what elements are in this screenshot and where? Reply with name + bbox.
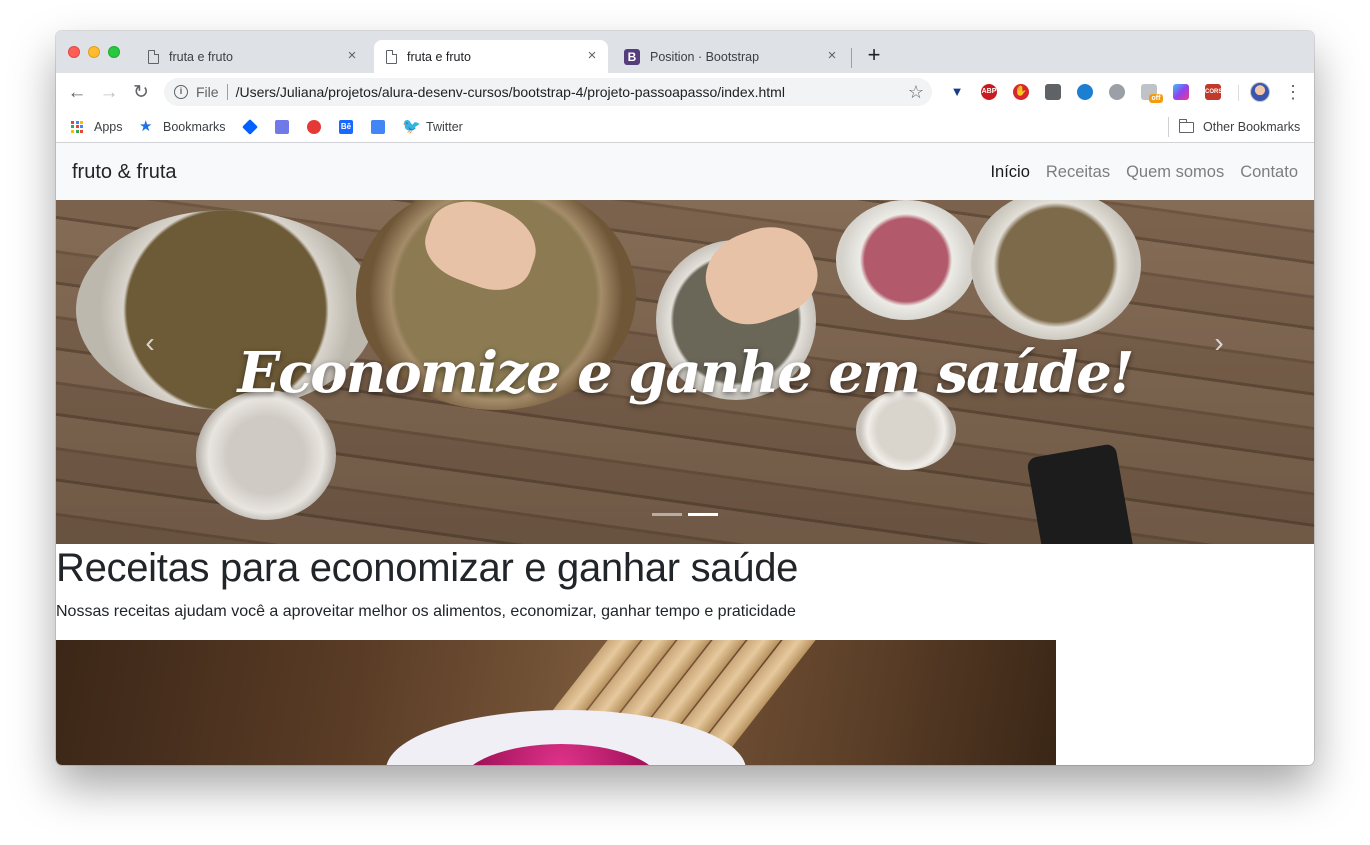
bookmark-label: Twitter	[426, 120, 463, 134]
profile-avatar[interactable]	[1250, 82, 1270, 102]
browser-window: fruta e fruto × fruta e fruto × B Positi…	[56, 31, 1314, 765]
forward-button[interactable]: →	[98, 82, 120, 104]
cors-extension-icon[interactable]: CORS	[1205, 84, 1222, 100]
petal-bowl-image	[836, 200, 976, 320]
toolbar-separator	[1238, 85, 1239, 101]
tab-title: fruta e fruto	[407, 49, 471, 64]
maximize-window-button[interactable]	[108, 46, 120, 58]
document-icon	[386, 49, 397, 64]
hero-carousel: Economize e ganhe em saúde! ‹ ›	[56, 200, 1314, 544]
bookmark-bookmarks[interactable]: ★ Bookmarks	[139, 118, 226, 136]
bookmark-dropbox[interactable]	[242, 118, 267, 136]
bookmark-twitter[interactable]: 🐦 Twitter	[402, 118, 463, 136]
folder-icon	[1178, 118, 1194, 133]
tab-strip: fruta e fruto × fruta e fruto × B Positi…	[56, 31, 1314, 73]
bookmark-docs[interactable]	[371, 118, 395, 136]
carousel-prev-icon[interactable]: ‹	[135, 328, 165, 358]
other-bookmarks-label: Other Bookmarks	[1203, 120, 1301, 134]
carousel-next-icon[interactable]: ›	[1204, 328, 1234, 358]
bookmarks-bar: Apps ★ Bookmarks Bē 🐦 Twitter Other Book…	[56, 111, 1314, 143]
close-tab-icon[interactable]: ×	[344, 48, 360, 64]
close-tab-icon[interactable]: ×	[584, 48, 600, 64]
star-icon: ★	[139, 118, 153, 135]
bank-extension-icon[interactable]	[1077, 84, 1093, 100]
browser-toolbar: ← → ↻ i File /Users/Juliana/projetos/alu…	[56, 73, 1314, 111]
recipe-image	[56, 640, 1056, 765]
web-page: fruto & fruta Início Receitas Quem somos…	[56, 143, 1314, 765]
trend-icon	[307, 120, 321, 134]
chat-extension-icon[interactable]	[1109, 84, 1125, 100]
carousel-caption: Economize e ganhe em saúde!	[237, 340, 1134, 406]
bookmark-apps[interactable]: Apps	[71, 118, 123, 136]
apps-grid-icon	[71, 120, 84, 134]
adblock-extension-icon[interactable]: ABP	[981, 84, 997, 100]
reload-button[interactable]: ↻	[130, 82, 152, 104]
mail-icon	[275, 120, 289, 134]
bookmark-behance[interactable]: Bē	[339, 118, 363, 136]
tab-separator	[851, 48, 852, 68]
gradient-extension-icon[interactable]	[1173, 84, 1189, 100]
more-menu-icon[interactable]: ⋮	[1284, 82, 1302, 102]
section-lead: Nossas receitas ajudam você a aproveitar…	[56, 603, 796, 620]
back-button[interactable]: ←	[66, 82, 88, 104]
bookmark-mail[interactable]	[275, 118, 299, 136]
site-brand[interactable]: fruto & fruta	[72, 161, 177, 184]
phone-image	[1026, 443, 1136, 544]
docs-icon	[371, 120, 385, 134]
site-navbar: fruto & fruta Início Receitas Quem somos…	[56, 143, 1314, 200]
twitter-icon: 🐦	[402, 118, 421, 135]
tab-fruta-e-fruto-1[interactable]: fruta e fruto ×	[138, 40, 368, 73]
bookmark-label: Apps	[94, 120, 123, 134]
dropbox-icon	[242, 119, 258, 135]
site-nav-links: Início Receitas Quem somos Contato	[990, 163, 1298, 182]
carousel-indicator-2[interactable]	[688, 513, 718, 516]
bookmarks-separator	[1168, 117, 1169, 137]
cup-image	[196, 390, 336, 520]
document-icon	[148, 49, 159, 64]
nav-link-contato[interactable]: Contato	[1240, 163, 1298, 182]
bookmark-trend[interactable]	[307, 118, 331, 136]
bookmark-label: Bookmarks	[163, 120, 226, 134]
behance-icon: Bē	[339, 120, 353, 134]
herb-bowl-image	[971, 200, 1141, 340]
minimize-window-button[interactable]	[88, 46, 100, 58]
info-icon[interactable]: i	[174, 85, 188, 99]
tab-position-bootstrap[interactable]: B Position · Bootstrap ×	[616, 40, 848, 73]
vimeo-extension-icon[interactable]: ▼	[949, 84, 965, 100]
section-title: Receitas para economizar e ganhar saúde	[56, 546, 799, 590]
new-tab-button[interactable]: +	[864, 44, 884, 66]
pocket-extension-icon[interactable]	[1045, 84, 1061, 100]
nav-link-inicio[interactable]: Início	[990, 163, 1029, 182]
bootstrap-icon: B	[624, 48, 640, 65]
nav-link-receitas[interactable]: Receitas	[1046, 163, 1110, 182]
carousel-indicators	[652, 513, 718, 516]
address-bar[interactable]: i File /Users/Juliana/projetos/alura-des…	[164, 78, 932, 106]
omnibox-separator	[226, 84, 228, 100]
tab-title: Position · Bootstrap	[650, 49, 760, 64]
bookmark-star-icon[interactable]: ☆	[908, 82, 924, 102]
carousel-indicator-1[interactable]	[652, 513, 682, 516]
tab-fruta-e-fruto-2[interactable]: fruta e fruto ×	[374, 40, 608, 73]
ublock-extension-icon[interactable]: ✋	[1013, 84, 1029, 100]
close-tab-icon[interactable]: ×	[824, 48, 840, 64]
tab-title: fruta e fruto	[169, 49, 233, 64]
nav-link-quem-somos[interactable]: Quem somos	[1126, 163, 1224, 182]
scheme-label: File	[196, 84, 219, 100]
close-window-button[interactable]	[68, 46, 80, 58]
other-bookmarks[interactable]: Other Bookmarks	[1178, 118, 1301, 136]
off-badge: off	[1149, 94, 1163, 103]
url-text[interactable]: /Users/Juliana/projetos/alura-desenv-cur…	[236, 84, 785, 100]
